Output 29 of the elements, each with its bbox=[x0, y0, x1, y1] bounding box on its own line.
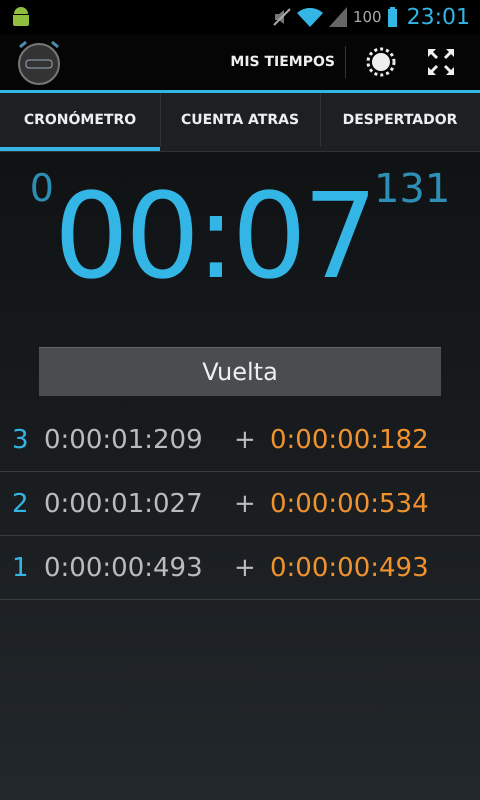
lap-split-time: 0:00:00:182 bbox=[270, 424, 429, 454]
lap-number: 2 bbox=[12, 488, 30, 518]
fullscreen-icon[interactable] bbox=[426, 47, 456, 77]
lap-split-time: 0:00:00:493 bbox=[270, 552, 429, 582]
lap-total-time: 0:00:00:493 bbox=[44, 552, 204, 582]
lap-total-time: 0:00:01:209 bbox=[44, 424, 204, 454]
lap-number: 3 bbox=[12, 424, 30, 454]
my-times-button[interactable]: MIS TIEMPOS bbox=[220, 46, 346, 78]
plus-sign: + bbox=[234, 488, 257, 518]
battery-icon bbox=[388, 7, 397, 27]
milliseconds-value: 131 bbox=[374, 166, 450, 212]
status-time: 23:01 bbox=[406, 4, 470, 30]
lap-split-time: 0:00:00:534 bbox=[270, 488, 429, 518]
plus-sign: + bbox=[234, 552, 257, 582]
lap-button[interactable]: Vuelta bbox=[39, 347, 441, 396]
plus-sign: + bbox=[234, 424, 257, 454]
wifi-icon bbox=[296, 7, 323, 27]
mute-icon bbox=[272, 8, 291, 26]
battery-level: 100 bbox=[352, 8, 382, 26]
tab[interactable]: CRONÓMETRO bbox=[0, 93, 160, 151]
lap-total-time: 0:00:01:027 bbox=[44, 488, 204, 518]
signal-icon bbox=[328, 7, 347, 27]
tab[interactable]: DESPERTADOR bbox=[320, 93, 480, 151]
android-icon bbox=[10, 5, 32, 29]
hours-value: 0 bbox=[30, 166, 54, 210]
tab[interactable]: CUENTA ATRAS bbox=[160, 93, 320, 151]
lap-number: 1 bbox=[12, 552, 30, 582]
brightness-icon[interactable] bbox=[365, 46, 397, 78]
elapsed-time: 00:07 bbox=[54, 172, 374, 302]
